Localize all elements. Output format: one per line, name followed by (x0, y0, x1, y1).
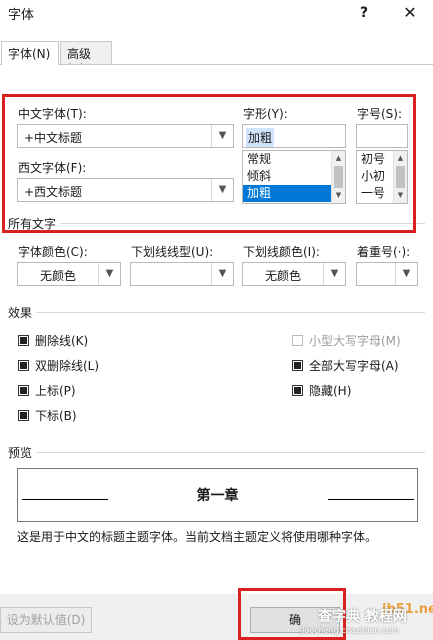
close-icon[interactable]: ✕ (398, 2, 422, 24)
group-divider (60, 223, 425, 224)
double-strikethrough-label[interactable]: 双删除线(L) (35, 357, 99, 374)
scroll-up-icon[interactable]: ▲ (394, 152, 407, 165)
list-item[interactable]: 常规 (243, 151, 345, 168)
preview-description: 这是用于中文的标题主题字体。当前文档主题定义将使用哪种字体。 (17, 530, 378, 544)
group-divider (36, 452, 425, 453)
preview-underline-right (328, 499, 414, 500)
scroll-down-icon[interactable]: ▼ (332, 189, 345, 202)
set-default-button: 设为默认值(D) (0, 607, 92, 633)
list-item[interactable]: 倾斜 (243, 168, 345, 185)
subscript-label[interactable]: 下标(B) (35, 407, 77, 424)
chevron-down-icon[interactable]: ▼ (211, 179, 233, 201)
style-listbox[interactable]: 常规 倾斜 加粗 ▲ ▼ (242, 150, 346, 204)
style-label: 字形(Y): (243, 107, 288, 121)
all-caps-label[interactable]: 全部大写字母(A) (309, 357, 399, 374)
group-divider (36, 312, 425, 313)
all-text-group-label: 所有文字 (8, 217, 57, 231)
dialog-title: 字体 (8, 8, 35, 23)
double-strikethrough-checkbox[interactable] (18, 360, 29, 371)
underline-style-combo[interactable]: ▼ (130, 262, 234, 286)
chinese-font-label: 中文字体(T): (18, 107, 87, 121)
underline-color-combo[interactable]: 无颜色 ▼ (242, 262, 346, 286)
emphasis-label: 着重号(·): (357, 245, 411, 259)
size-listbox[interactable]: 初号 小初 一号 ▲ ▼ (356, 150, 408, 204)
scrollbar[interactable]: ▲ ▼ (331, 151, 345, 203)
underline-style-label: 下划线线型(U): (131, 245, 214, 259)
superscript-label[interactable]: 上标(P) (35, 382, 76, 399)
ok-button[interactable]: 确 (250, 607, 340, 633)
font-color-combo[interactable]: 无颜色 ▼ (17, 262, 121, 286)
western-font-label: 西文字体(F): (18, 161, 87, 175)
size-label: 字号(S): (357, 107, 403, 121)
underline-color-value: 无颜色 (264, 269, 301, 283)
strikethrough-checkbox[interactable] (18, 335, 29, 346)
font-color-label: 字体颜色(C): (18, 245, 88, 259)
preview-box: 第一章 (17, 468, 418, 522)
hidden-label[interactable]: 隐藏(H) (309, 382, 351, 399)
western-font-value: +西文标题 (24, 185, 83, 199)
subscript-checkbox[interactable] (18, 410, 29, 421)
chevron-down-icon[interactable]: ▼ (211, 125, 233, 147)
scroll-thumb[interactable] (396, 166, 405, 188)
chinese-font-value: +中文标题 (24, 131, 83, 145)
scrollbar[interactable]: ▲ ▼ (393, 151, 407, 203)
style-input[interactable]: 加粗 (242, 124, 346, 148)
tab-advanced[interactable]: 高级(V) (60, 41, 112, 76)
chinese-font-combo[interactable]: +中文标题 ▼ (17, 124, 234, 148)
western-font-combo[interactable]: +西文标题 ▼ (17, 178, 234, 202)
small-caps-label: 小型大写字母(M) (309, 334, 401, 348)
scroll-up-icon[interactable]: ▲ (332, 152, 345, 165)
small-caps-checkbox (292, 335, 303, 346)
font-color-value: 无颜色 (39, 269, 76, 283)
emphasis-combo[interactable]: ▼ (356, 262, 418, 286)
effects-group-label: 效果 (8, 306, 33, 320)
preview-group-label: 预览 (8, 446, 33, 460)
list-item[interactable]: 加粗 (243, 185, 345, 202)
preview-sample-text: 第一章 (196, 488, 239, 504)
size-input[interactable] (356, 124, 408, 148)
chevron-down-icon[interactable]: ▼ (98, 263, 120, 285)
underline-color-label: 下划线颜色(I): (243, 245, 320, 259)
hidden-checkbox[interactable] (292, 385, 303, 396)
scroll-down-icon[interactable]: ▼ (394, 189, 407, 202)
tab-font[interactable]: 字体(N) (1, 41, 59, 65)
style-input-value: 加粗 (246, 128, 275, 147)
chevron-down-icon[interactable]: ▼ (211, 263, 233, 285)
help-icon[interactable]: ? (352, 2, 376, 24)
superscript-checkbox[interactable] (18, 385, 29, 396)
strikethrough-label[interactable]: 删除线(K) (35, 332, 88, 349)
scroll-thumb[interactable] (334, 166, 343, 188)
all-caps-checkbox[interactable] (292, 360, 303, 371)
chevron-down-icon[interactable]: ▼ (395, 263, 417, 285)
chevron-down-icon[interactable]: ▼ (323, 263, 345, 285)
